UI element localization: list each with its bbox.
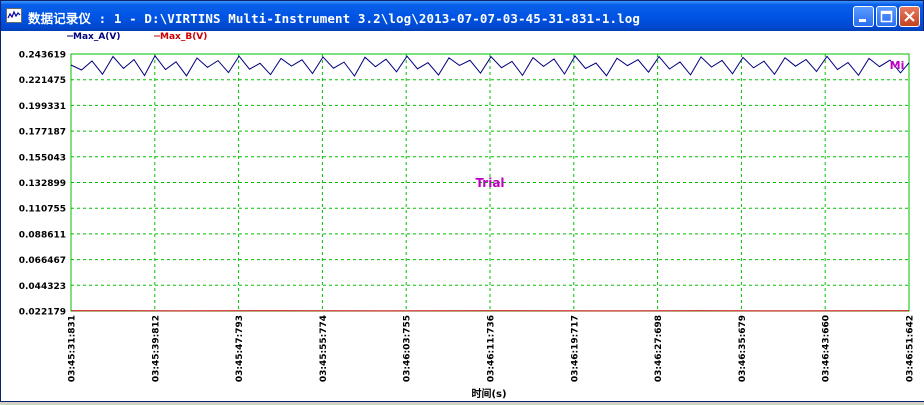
y-tick-label: 0.199331 — [19, 102, 66, 112]
x-tick-label: 03:45:55:774 — [319, 315, 329, 382]
maximize-button[interactable] — [876, 6, 897, 27]
y-tick-label: 0.088611 — [19, 230, 66, 240]
title-bar[interactable]: 数据记录仪 : 1 - D:\VIRTINS Multi-Instrument … — [1, 1, 923, 31]
legend-label-a: Max_A(V) — [73, 32, 121, 42]
x-tick-label: 03:45:47:793 — [235, 315, 245, 382]
x-tick-label: 03:46:11:736 — [487, 315, 497, 382]
minimize-icon — [854, 7, 873, 26]
y-tick-label: 0.110755 — [19, 205, 66, 215]
x-tick-label: 03:45:39:812 — [151, 315, 161, 382]
y-tick-label: 0.022179 — [19, 308, 66, 318]
legend-label-b: Max_B(V) — [160, 32, 207, 42]
chart-log-icon — [6, 8, 22, 23]
window-title: 数据记录仪 : 1 - D:\VIRTINS Multi-Instrument … — [28, 8, 640, 27]
x-axis-title: 时间(s) — [471, 387, 506, 400]
y-tick-label: 0.243619 — [19, 51, 66, 61]
close-button[interactable] — [899, 6, 920, 27]
y-tick-label: 0.132899 — [19, 179, 66, 189]
line-chart: Max_A(V) Max_B(V) 0.243619 0.221475 0.1993… — [2, 31, 924, 401]
y-tick-label: 0.066467 — [19, 256, 66, 266]
x-tick-label: 03:45:31:831 — [68, 315, 78, 382]
minimize-button[interactable] — [853, 6, 874, 27]
close-icon — [900, 7, 919, 26]
y-tick-label: 0.221475 — [19, 76, 66, 86]
y-tick-label: 0.044323 — [19, 282, 66, 292]
x-tick-label: 03:46:35:679 — [738, 315, 748, 382]
corner-label: Mi — [890, 59, 905, 72]
watermark: Trial — [475, 176, 504, 190]
y-tick-label: 0.177187 — [19, 128, 66, 138]
x-tick-label: 03:46:27:698 — [654, 315, 664, 382]
x-tick-label: 03:46:03:755 — [403, 315, 413, 382]
maximize-icon — [877, 7, 896, 26]
y-tick-label: 0.155043 — [19, 153, 66, 163]
chart-area: Max_A(V) Max_B(V) 0.243619 0.221475 0.1993… — [2, 31, 924, 401]
x-tick-label: 03:46:51:642 — [906, 315, 916, 382]
data-logger-window: 数据记录仪 : 1 - D:\VIRTINS Multi-Instrument … — [0, 0, 924, 402]
x-tick-label: 03:46:43:660 — [822, 315, 832, 382]
x-tick-label: 03:46:19:717 — [570, 315, 580, 382]
